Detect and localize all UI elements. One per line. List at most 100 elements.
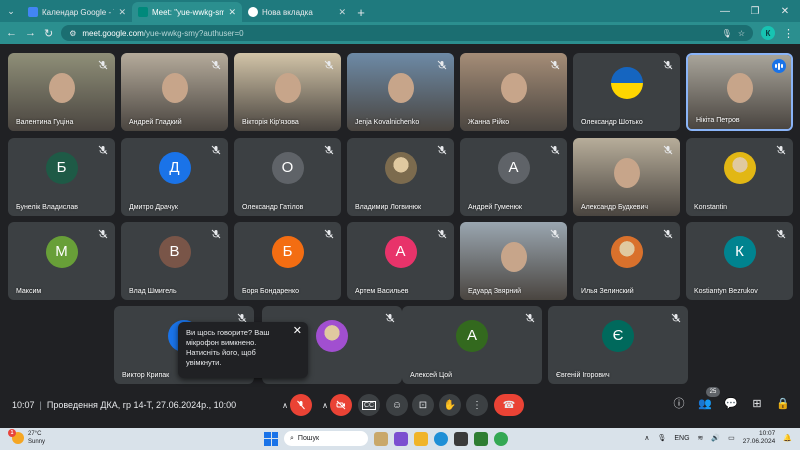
- more-options-button[interactable]: ⋮: [466, 394, 488, 416]
- participant-tile[interactable]: К Kostiantyn Bezrukov: [686, 222, 793, 300]
- chrome-icon[interactable]: [494, 431, 508, 446]
- edge-icon[interactable]: [434, 431, 448, 446]
- participant-tile[interactable]: Андрей Гладкий: [121, 53, 228, 131]
- participant-tile[interactable]: А Алексей Цой: [402, 306, 542, 384]
- participant-tile[interactable]: Б Бунелік Владислав: [8, 138, 115, 216]
- emoji-icon: ☺: [391, 399, 403, 411]
- participant-tile[interactable]: Jenja Kovalnichenko: [347, 53, 454, 131]
- participant-tile[interactable]: Александр Будкевич: [573, 138, 680, 216]
- notification-badge: 1: [8, 429, 16, 437]
- mic-muted-icon: [436, 58, 448, 70]
- reactions-button[interactable]: ☺: [386, 394, 408, 416]
- participant-tile[interactable]: О Олександр Гатілов: [234, 138, 341, 216]
- back-icon[interactable]: ←: [6, 27, 17, 39]
- mic-muted-icon: [436, 143, 448, 155]
- participant-tile[interactable]: Б Боря Бондаренко: [234, 222, 341, 300]
- participant-tile[interactable]: Вікторія Кір'язова: [234, 53, 341, 131]
- participant-tile[interactable]: Нікіта Петров: [686, 53, 793, 131]
- initial-avatar: Д: [158, 151, 191, 184]
- host-controls-icon[interactable]: 🔒: [776, 396, 790, 410]
- microphone-tray-icon[interactable]: 🎙: [657, 434, 666, 442]
- mic-off-button[interactable]: [290, 394, 312, 416]
- people-icon[interactable]: 👥: [698, 396, 712, 410]
- new-tab-button[interactable]: +: [352, 2, 370, 22]
- captions-icon: CC: [361, 400, 377, 410]
- tab-meet[interactable]: Meet: "yue-wwkg-smy" ✕: [132, 2, 242, 22]
- participant-tile[interactable]: Konstantin: [686, 138, 793, 216]
- mic-muted-icon: [662, 143, 674, 155]
- initial-avatar: М: [45, 235, 78, 268]
- participant-tile[interactable]: Д Дмитро Драчук: [121, 138, 228, 216]
- show-hidden-icons-icon[interactable]: ∧: [644, 434, 649, 442]
- profile-avatar[interactable]: К: [761, 26, 775, 40]
- close-tab-icon[interactable]: ✕: [228, 7, 236, 18]
- windows-start-icon[interactable]: [264, 431, 278, 446]
- taskbar-center: ⌕ Пошук: [264, 431, 508, 446]
- weather-widget[interactable]: 1 27°C Sunny: [8, 429, 45, 446]
- initial-avatar: А: [456, 319, 488, 352]
- participant-name: Алексей Цой: [410, 372, 453, 379]
- close-window-icon[interactable]: ✕: [770, 0, 800, 22]
- browser-menu-icon[interactable]: ⋮: [783, 27, 794, 40]
- participant-tile[interactable]: В Влад Шмигель: [121, 222, 228, 300]
- camera-off-button[interactable]: [330, 394, 352, 416]
- microphone-in-use-icon[interactable]: 🎙: [722, 29, 732, 38]
- participant-tile[interactable]: Илья Зелинский: [573, 222, 680, 300]
- chat-icon[interactable]: 💬: [724, 396, 738, 410]
- tab-search-icon[interactable]: ⌄: [0, 0, 22, 22]
- profile-photo-avatar: [610, 235, 643, 268]
- participant-name: Максим: [16, 288, 42, 295]
- participant-tile[interactable]: Едуард Звярний: [460, 222, 567, 300]
- close-tab-icon[interactable]: ✕: [118, 7, 126, 18]
- participant-name: Андрей Гуменюк: [468, 204, 522, 211]
- participant-tile[interactable]: Владимир Логвинюк: [347, 138, 454, 216]
- volume-icon[interactable]: 🔊: [711, 434, 720, 442]
- participant-tile[interactable]: Валентина Гуціна: [8, 53, 115, 131]
- notifications-icon[interactable]: 🔔: [783, 434, 792, 442]
- initial-avatar: Б: [45, 151, 78, 184]
- activities-icon[interactable]: ⊞: [750, 396, 764, 410]
- language-indicator[interactable]: ENG: [674, 435, 689, 442]
- participant-tile[interactable]: Жанна Рійко: [460, 53, 567, 131]
- participant-name: Александр Будкевич: [581, 204, 649, 211]
- participant-tile[interactable]: Олександр Шотько: [573, 53, 680, 131]
- forward-icon[interactable]: →: [25, 27, 36, 39]
- minimize-icon[interactable]: —: [710, 0, 740, 22]
- participant-tile[interactable]: А Андрей Гуменюк: [460, 138, 567, 216]
- participant-tile[interactable]: А Артем Васильев: [347, 222, 454, 300]
- file-explorer-icon[interactable]: [414, 431, 428, 446]
- app-icon[interactable]: [474, 431, 488, 446]
- tab-new-tab[interactable]: Нова вкладка ✕: [242, 2, 352, 22]
- reload-icon[interactable]: ↻: [44, 27, 53, 40]
- camera-off-icon: [336, 400, 346, 410]
- clock-time: 10:07: [759, 430, 776, 437]
- participant-tile[interactable]: М Максим: [8, 222, 115, 300]
- maximize-icon[interactable]: ❐: [740, 0, 770, 22]
- task-view-icon[interactable]: [374, 431, 388, 446]
- leave-call-button[interactable]: ☎: [494, 394, 524, 416]
- captions-button[interactable]: CC: [358, 394, 380, 416]
- participant-face: [48, 73, 75, 104]
- wifi-icon[interactable]: ≋: [698, 434, 704, 442]
- mic-muted-icon: [775, 143, 787, 155]
- store-icon[interactable]: [454, 431, 468, 446]
- tab-calendar[interactable]: Календар Google - Тиждень (2... ✕: [22, 2, 132, 22]
- raise-hand-button[interactable]: ✋: [439, 394, 461, 416]
- address-bar[interactable]: ⚙ meet.google.com/yue-wwkg-smy?authuser=…: [61, 25, 753, 41]
- site-info-icon[interactable]: ⚙: [69, 29, 76, 38]
- close-tooltip-icon[interactable]: ✕: [293, 326, 302, 337]
- battery-icon[interactable]: ▭: [728, 434, 735, 442]
- clock[interactable]: 10:07 27.06.2024: [743, 430, 776, 446]
- initial-avatar: К: [723, 235, 756, 268]
- bookmark-star-icon[interactable]: ☆: [738, 29, 745, 38]
- present-button[interactable]: ⊡: [412, 394, 434, 416]
- teams-icon[interactable]: [394, 431, 408, 446]
- participant-tile[interactable]: Є Євгеній Ігорович: [548, 306, 688, 384]
- meeting-details-icon[interactable]: ⓘ: [672, 396, 686, 410]
- close-tab-icon[interactable]: ✕: [338, 7, 346, 18]
- participant-name: Жанна Рійко: [468, 119, 510, 126]
- mic-muted-icon: [662, 227, 674, 239]
- mic-muted-icon: [670, 311, 682, 323]
- participant-name: Виктор Крипак: [122, 372, 170, 379]
- taskbar-search[interactable]: ⌕ Пошук: [284, 431, 368, 446]
